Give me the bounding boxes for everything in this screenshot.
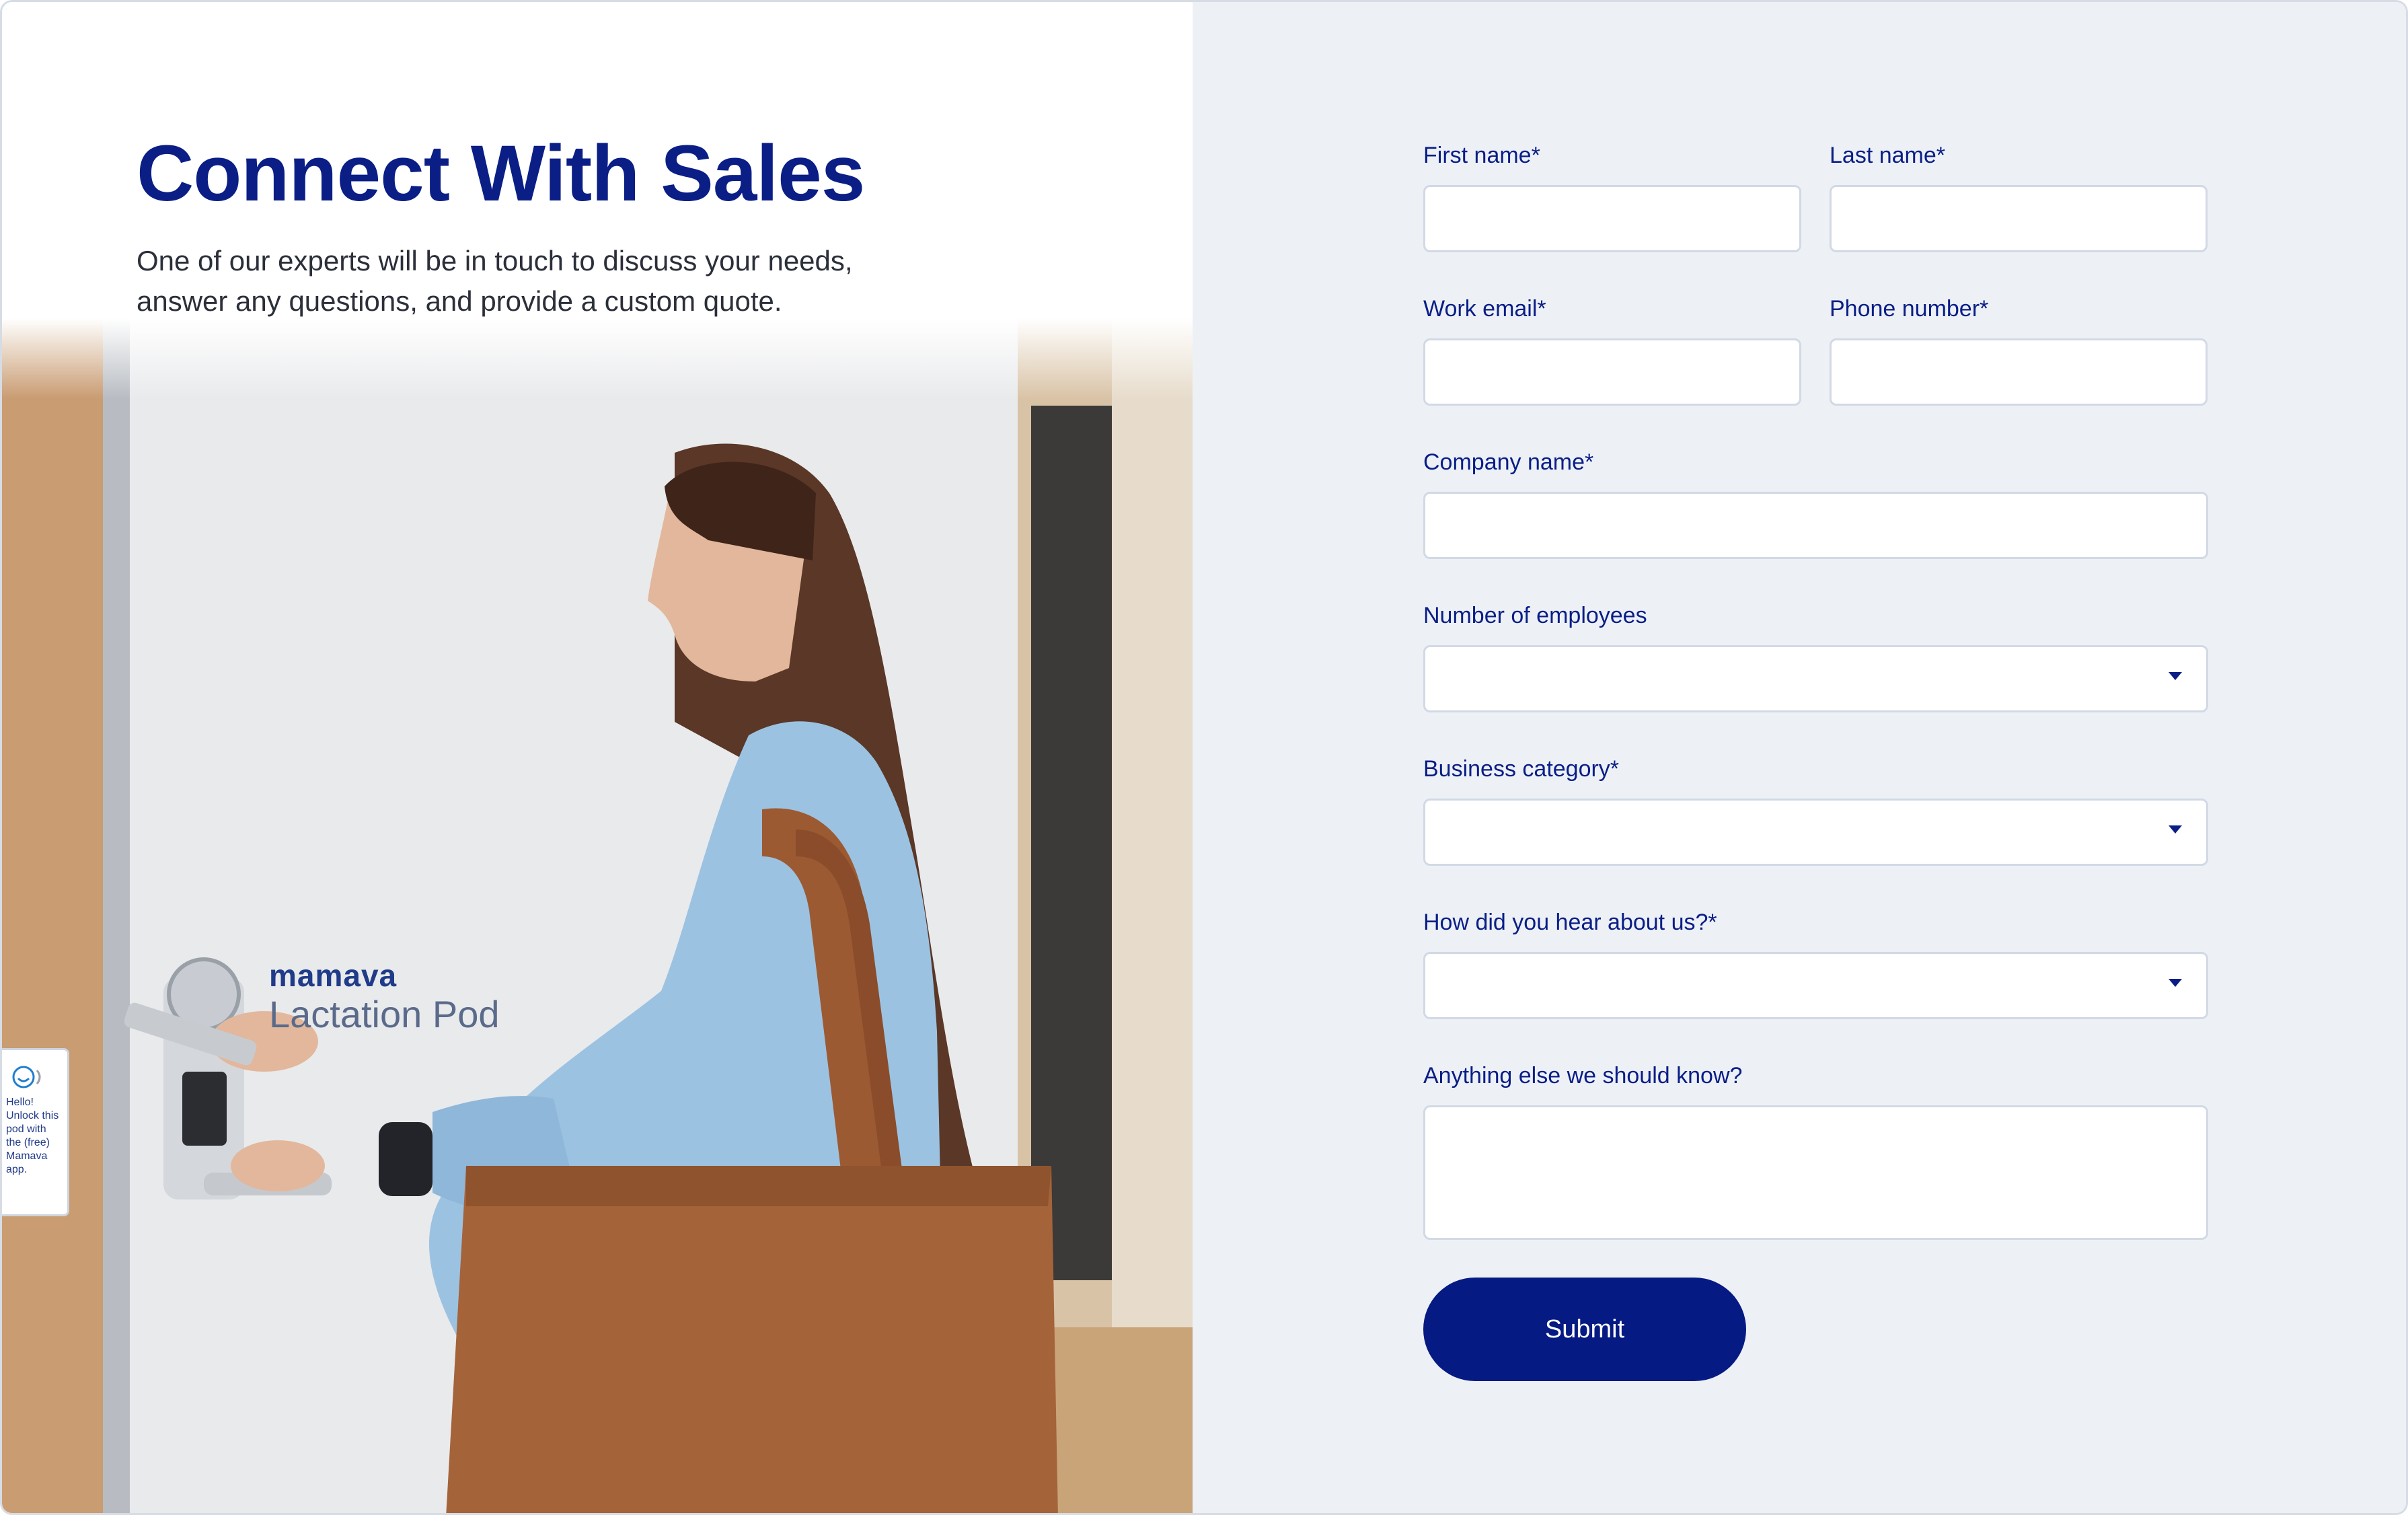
- employees-field: Number of employees: [1423, 602, 2208, 712]
- hear-about-select[interactable]: [1423, 952, 2208, 1019]
- submit-button[interactable]: Submit: [1423, 1278, 1746, 1381]
- hear-about-field: How did you hear about us?*: [1423, 909, 2208, 1019]
- last-name-label: Last name*: [1830, 143, 1945, 168]
- first-name-label: First name*: [1423, 143, 1540, 168]
- phone-number-input[interactable]: [1830, 338, 2208, 406]
- chevron-down-icon[interactable]: [2169, 979, 2182, 987]
- first-name-field: First name*: [1423, 142, 1801, 252]
- anything-else-field: Anything else we should know?: [1423, 1062, 2208, 1240]
- last-name-input[interactable]: [1830, 185, 2208, 252]
- hero-photo: [2, 318, 1193, 1513]
- first-name-input[interactable]: [1423, 185, 1801, 252]
- company-name-field: Company name*: [1423, 449, 2208, 559]
- photo-fade: [2, 318, 1193, 399]
- hero-illustration: [2, 318, 1193, 1513]
- work-email-field: Work email*: [1423, 295, 1801, 406]
- chevron-down-icon[interactable]: [2169, 672, 2182, 680]
- employees-label: Number of employees: [1423, 603, 1647, 628]
- work-email-label: Work email*: [1423, 296, 1546, 322]
- anything-else-textarea[interactable]: [1423, 1105, 2208, 1240]
- sticker-text: Hello! Unlock this pod with the (free) M…: [6, 1097, 59, 1175]
- business-category-label: Business category*: [1423, 756, 1620, 782]
- business-category-select[interactable]: [1423, 799, 2208, 866]
- employees-select[interactable]: [1423, 645, 2208, 712]
- page-title: Connect With Sales: [137, 129, 865, 218]
- page-frame: mamava Lactation Pod Hello! Unlock this …: [0, 0, 2408, 1515]
- anything-else-label: Anything else we should know?: [1423, 1063, 1743, 1088]
- work-email-input[interactable]: [1423, 338, 1801, 406]
- chevron-down-icon[interactable]: [2169, 825, 2182, 834]
- company-name-label: Company name*: [1423, 449, 1594, 475]
- phone-number-label: Phone number*: [1830, 296, 1989, 322]
- phone-number-field: Phone number*: [1830, 295, 2208, 406]
- hear-about-label: How did you hear about us?*: [1423, 910, 1717, 935]
- door-sticker: Hello! Unlock this pod with the (free) M…: [2, 1048, 69, 1216]
- last-name-field: Last name*: [1830, 142, 2208, 252]
- hero-panel: mamava Lactation Pod Hello! Unlock this …: [2, 2, 1193, 1513]
- smile-icon: [12, 1066, 41, 1088]
- page-subtitle: One of our experts will be in touch to d…: [137, 245, 853, 317]
- business-category-field: Business category*: [1423, 755, 2208, 866]
- brand-tagline: Lactation Pod: [269, 993, 500, 1035]
- mamava-brand: mamava Lactation Pod: [269, 957, 499, 1036]
- brand-name: mamava: [269, 958, 398, 993]
- company-name-input[interactable]: [1423, 492, 2208, 559]
